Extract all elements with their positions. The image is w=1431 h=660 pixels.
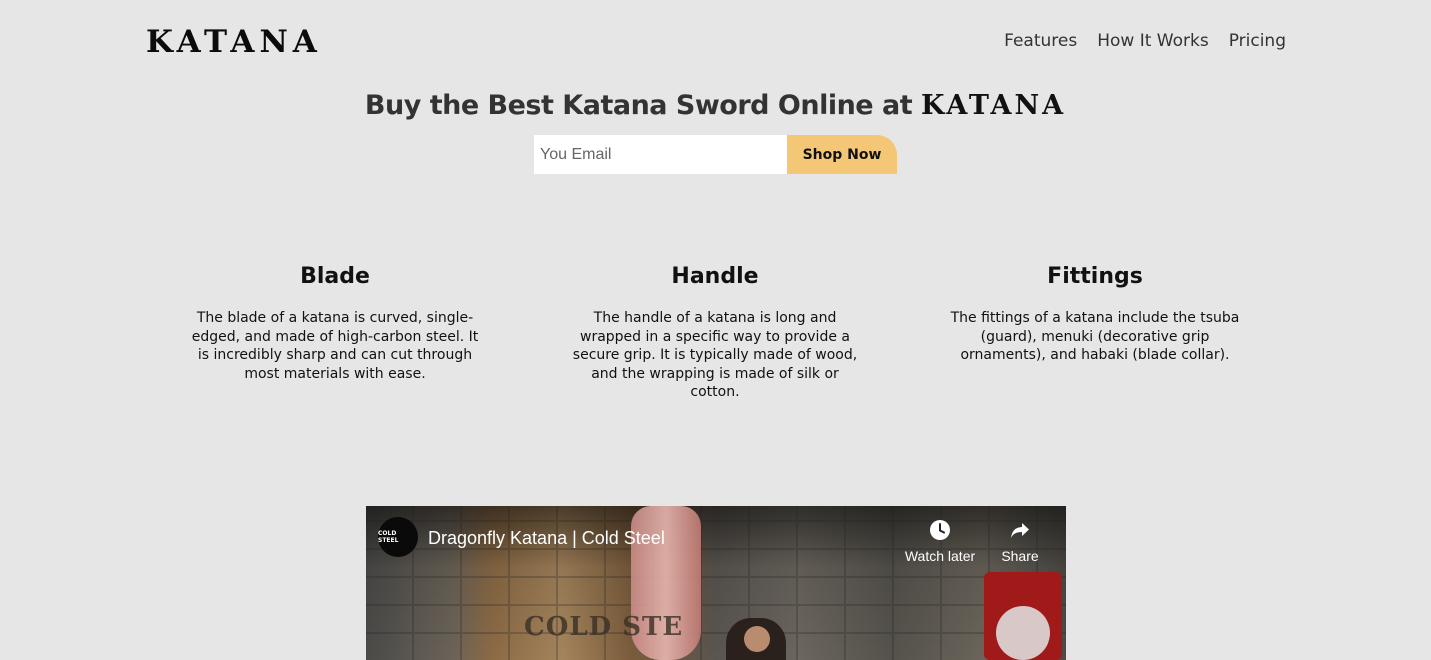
email-signup-form: Shop Now — [534, 135, 897, 174]
channel-avatar[interactable]: COLD STEEL — [378, 517, 418, 557]
video-embed[interactable]: COLD STE COLD STEEL Dragonfly Katana | C… — [366, 506, 1066, 660]
feature-title: Fittings — [1047, 264, 1143, 289]
watch-later-label: Watch later — [904, 548, 976, 564]
email-input[interactable] — [534, 135, 787, 174]
nav-link-how-it-works[interactable]: How It Works — [1097, 31, 1208, 51]
feature-text: The blade of a katana is curved, single-… — [191, 310, 479, 382]
video-thumbnail-sign — [984, 572, 1062, 660]
hero-title-brand: KATANA — [921, 90, 1067, 121]
share-icon — [1011, 523, 1029, 538]
nav-link-pricing[interactable]: Pricing — [1229, 31, 1286, 51]
feature-card-fittings: Fittings The fittings of a katana includ… — [945, 264, 1245, 365]
shop-now-button[interactable]: Shop Now — [787, 135, 897, 174]
watch-later-button[interactable]: Watch later — [900, 518, 980, 564]
nav-link-features[interactable]: Features — [1004, 31, 1077, 51]
hero-title-text: Buy the Best Katana Sword Online at — [364, 90, 922, 121]
video-title[interactable]: Dragonfly Katana | Cold Steel — [428, 528, 665, 549]
feature-card-blade: Blade The blade of a katana is curved, s… — [185, 264, 485, 383]
feature-card-handle: Handle The handle of a katana is long an… — [565, 264, 865, 402]
feature-text: The handle of a katana is long and wrapp… — [572, 310, 858, 400]
feature-title: Blade — [300, 264, 370, 289]
site-logo[interactable]: KATANA — [146, 24, 322, 60]
feature-text: The fittings of a katana include the tsu… — [950, 310, 1240, 363]
channel-badge-text: COLD STEEL — [378, 530, 399, 544]
feature-title: Handle — [671, 264, 759, 289]
hero-title: Buy the Best Katana Sword Online at KATA… — [0, 90, 1431, 121]
video-thumbnail-face — [744, 626, 770, 652]
share-button[interactable]: Share — [992, 518, 1048, 564]
clock-icon — [930, 520, 950, 540]
video-thumbnail-emblem — [996, 606, 1050, 660]
video-thumbnail-person — [726, 618, 786, 660]
share-label: Share — [1001, 548, 1039, 564]
video-scene-text: COLD STE — [524, 612, 684, 642]
main-nav: Features How It Works Pricing — [1004, 31, 1286, 51]
